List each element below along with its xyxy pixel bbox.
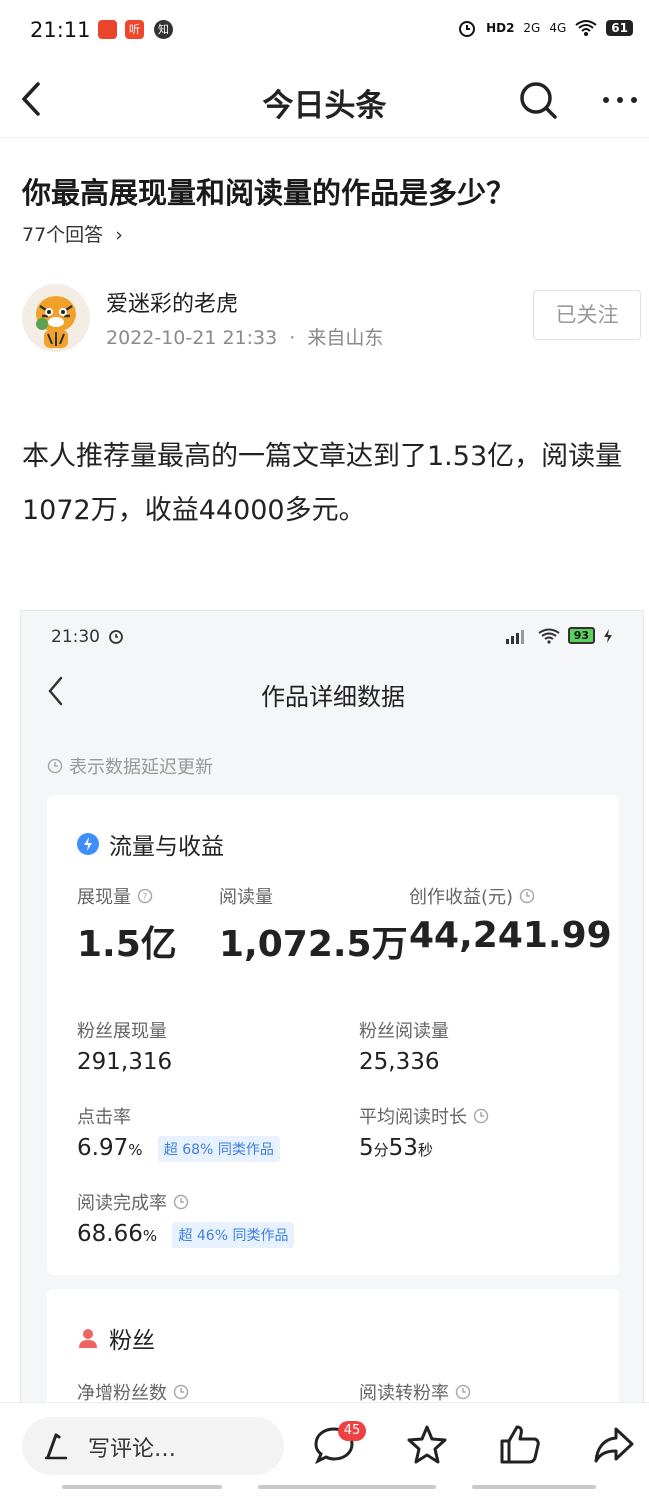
embed-page-title: 作品详细数据	[261, 683, 405, 711]
more-icon[interactable]	[598, 80, 642, 120]
embed-status-indicators: 93	[504, 627, 613, 644]
thumbs-up-icon[interactable]	[498, 1423, 542, 1467]
ctr-label: 点击率	[77, 1107, 131, 1128]
post-location: 来自山东	[307, 327, 384, 349]
fan-reads-value: 25,336	[359, 1049, 440, 1075]
tiger-avatar-icon	[36, 296, 76, 348]
traffic-income-heading: 流量与收益	[77, 827, 224, 861]
lightning-icon	[77, 833, 99, 855]
bottom-action-bar: 写评论… 45	[0, 1402, 649, 1509]
home-indicator	[258, 1485, 436, 1489]
comment-count-badge: 45	[338, 1421, 366, 1441]
reads-value: 1,072.5万	[219, 924, 408, 965]
income-value: 44,241.99	[409, 915, 612, 956]
home-indicator	[62, 1485, 222, 1489]
home-indicator	[472, 1485, 596, 1489]
star-icon[interactable]	[405, 1423, 449, 1467]
impressions-label: 展现量 ?	[77, 883, 153, 909]
status-bar: 21:11 听 知 HD2 2G 4G 61	[0, 0, 649, 62]
traffic-income-card: 流量与收益 展现量 ? 1.5亿 阅读量 1,072.5万 创作收益(元) 44…	[47, 795, 619, 1275]
signal-4g: 4G	[549, 21, 567, 35]
avg-time-label: 平均阅读时长	[359, 1103, 489, 1129]
wifi-icon	[575, 20, 597, 36]
fan-impressions-value: 291,316	[77, 1049, 173, 1075]
fan-impressions-label: 粉丝展现量	[77, 1021, 167, 1042]
embedded-screenshot[interactable]: 21:30 93 作品详细数据 表示数据延迟更新 流量与收益 展现量 ? 1.5…	[20, 610, 644, 1410]
comment-placeholder: 写评论…	[88, 1437, 177, 1462]
question-title[interactable]: 你最高展现量和阅读量的作品是多少？	[22, 170, 515, 212]
fans-card: 粉丝 净增粉丝数 阅读转粉率	[47, 1289, 619, 1409]
ctr-value-row: 6.97% 超 68% 同类作品	[77, 1135, 280, 1162]
author-name[interactable]: 爱迷彩的老虎	[106, 286, 238, 318]
post-date: 2022-10-21 21:33	[106, 327, 278, 349]
impressions-value: 1.5亿	[77, 924, 177, 965]
toutiao-app-icon	[98, 20, 117, 39]
embed-status-time: 21:30	[51, 627, 124, 647]
zhihu-app-icon: 知	[154, 20, 173, 39]
status-time: 21:11	[30, 18, 91, 42]
embed-signal-icon	[505, 629, 524, 644]
meta-separator: ·	[289, 327, 296, 349]
completion-unit: %	[142, 1227, 158, 1245]
delay-clock-icon	[173, 1194, 189, 1210]
answer-count-link[interactable]: 77个回答 ›	[22, 220, 123, 247]
completion-value: 68.66	[77, 1221, 143, 1247]
share-icon[interactable]	[592, 1423, 636, 1467]
svg-text:?: ?	[143, 893, 148, 903]
delay-clock-icon	[455, 1384, 471, 1400]
search-icon[interactable]	[516, 78, 560, 122]
completion-badge: 超 46% 同类作品	[172, 1221, 295, 1248]
top-nav-bar: 今日头条	[0, 62, 649, 138]
follow-button[interactable]: 已关注	[533, 290, 641, 340]
signal-2g: 2G	[523, 21, 541, 35]
ctr-value: 6.97	[77, 1135, 129, 1161]
ctr-unit: %	[128, 1141, 143, 1159]
embed-wifi-icon	[538, 628, 560, 644]
alarm-icon	[459, 21, 476, 37]
fans-heading: 粉丝	[77, 1321, 155, 1355]
listen-app-icon: 听	[125, 20, 144, 39]
answer-count: 77个回答	[22, 224, 104, 246]
person-icon	[79, 1329, 97, 1348]
author-avatar[interactable]	[22, 284, 90, 352]
answer-body-text: 本人推荐量最高的一篇文章达到了1.53亿，阅读量1072万，收益44000多元。	[22, 441, 623, 526]
charging-icon	[604, 628, 612, 643]
status-indicators: HD2 2G 4G 61	[457, 18, 633, 38]
fan-reads-label: 粉丝阅读量	[359, 1021, 449, 1042]
battery-indicator: 61	[606, 20, 633, 36]
income-label: 创作收益(元)	[409, 883, 535, 909]
delay-clock-icon	[173, 1384, 189, 1400]
ctr-badge: 超 68% 同类作品	[157, 1135, 280, 1162]
completion-value-row: 68.66% 超 46% 同类作品	[77, 1221, 295, 1248]
completion-label: 阅读完成率	[77, 1189, 189, 1215]
embed-battery: 93	[567, 627, 595, 644]
chevron-right-icon: ›	[115, 224, 123, 246]
delay-note: 表示数据延迟更新	[47, 753, 213, 779]
avg-time-value: 5分53秒	[359, 1135, 433, 1161]
reads-label: 阅读量	[219, 887, 273, 908]
help-icon: ?	[137, 888, 153, 904]
delay-clock-icon	[519, 888, 535, 904]
embed-alarm-icon	[109, 630, 124, 644]
hd-indicator: HD2	[486, 21, 515, 35]
author-meta: 2022-10-21 21:33 · 来自山东	[106, 323, 383, 350]
comment-input[interactable]: 写评论…	[22, 1417, 284, 1475]
delay-clock-icon	[47, 758, 63, 774]
pen-icon	[44, 1433, 68, 1460]
delay-clock-icon	[473, 1108, 489, 1124]
